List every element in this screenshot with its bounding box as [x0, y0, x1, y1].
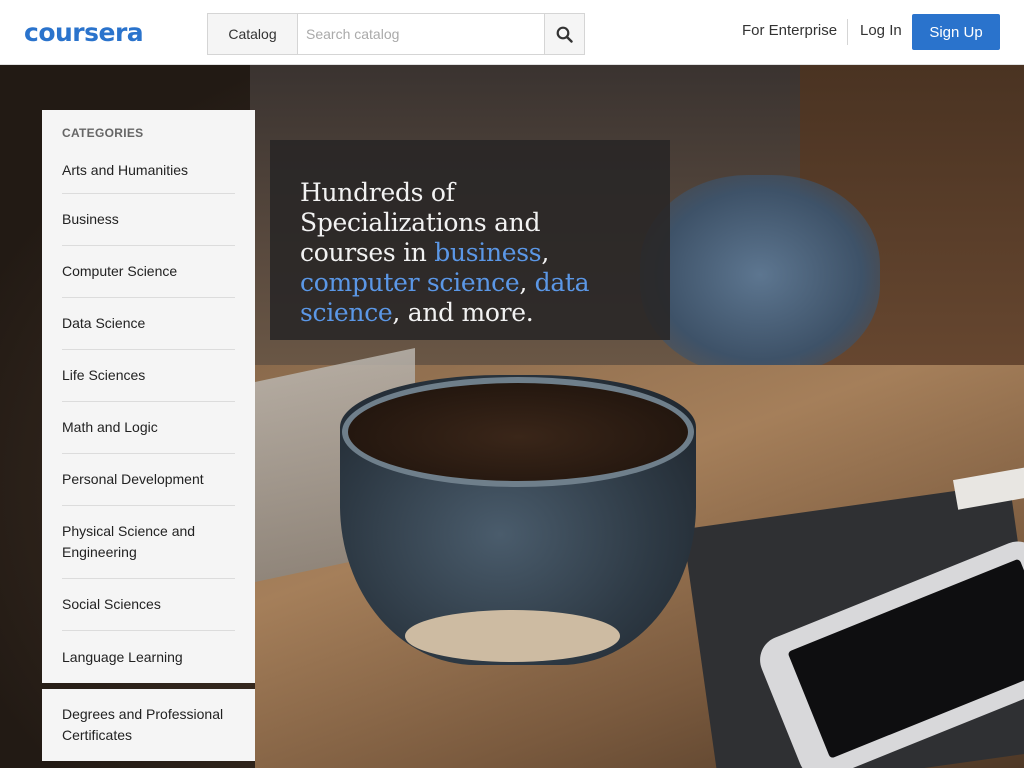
- hero-separator-2: ,: [519, 268, 535, 297]
- category-social-sciences[interactable]: Social Sciences: [62, 579, 235, 631]
- nav-divider: [847, 19, 848, 45]
- category-math-and-logic[interactable]: Math and Logic: [62, 402, 235, 454]
- search-button[interactable]: [544, 14, 584, 54]
- categories-list: Arts and Humanities Business Computer Sc…: [62, 148, 235, 683]
- coursera-logo[interactable]: coursera: [24, 14, 152, 50]
- degrees-and-certificates-link[interactable]: Degrees and Professional Certificates: [42, 689, 255, 761]
- category-physical-science-and-engineering[interactable]: Physical Science and Engineering: [62, 506, 235, 579]
- hero-photo-sleeve: [640, 175, 880, 375]
- hero-headline-box: Hundreds of Specializations and courses …: [270, 140, 670, 340]
- hero-link-business[interactable]: business: [434, 238, 541, 267]
- categories-sidebar: CATEGORIES Arts and Humanities Business …: [42, 110, 255, 683]
- hero-headline-ending: , and more.: [392, 298, 534, 327]
- for-enterprise-link[interactable]: For Enterprise: [742, 22, 837, 39]
- categories-title: CATEGORIES: [62, 126, 144, 140]
- log-in-link[interactable]: Log In: [860, 22, 902, 39]
- hero-photo-cup-base: [405, 610, 620, 662]
- category-data-science[interactable]: Data Science: [62, 298, 235, 350]
- category-business[interactable]: Business: [62, 194, 235, 246]
- hero-link-computer-science[interactable]: computer science: [300, 268, 520, 297]
- search-icon: [556, 26, 573, 43]
- hero-separator-1: ,: [541, 238, 549, 267]
- search-input[interactable]: [298, 14, 544, 54]
- hero-photo-cup-rim: [342, 377, 694, 487]
- category-personal-development[interactable]: Personal Development: [62, 454, 235, 506]
- top-nav-bar: coursera Catalog For Enterprise Log In S…: [0, 0, 1024, 65]
- category-arts-and-humanities[interactable]: Arts and Humanities: [62, 148, 235, 194]
- hero-headline: Hundreds of Specializations and courses …: [300, 178, 640, 328]
- category-computer-science[interactable]: Computer Science: [62, 246, 235, 298]
- category-life-sciences[interactable]: Life Sciences: [62, 350, 235, 402]
- catalog-button[interactable]: Catalog: [208, 14, 298, 54]
- category-language-learning[interactable]: Language Learning: [62, 631, 235, 683]
- logo-text[interactable]: coursera: [24, 18, 144, 47]
- catalog-search: Catalog: [207, 13, 585, 55]
- sign-up-button[interactable]: Sign Up: [912, 14, 1000, 50]
